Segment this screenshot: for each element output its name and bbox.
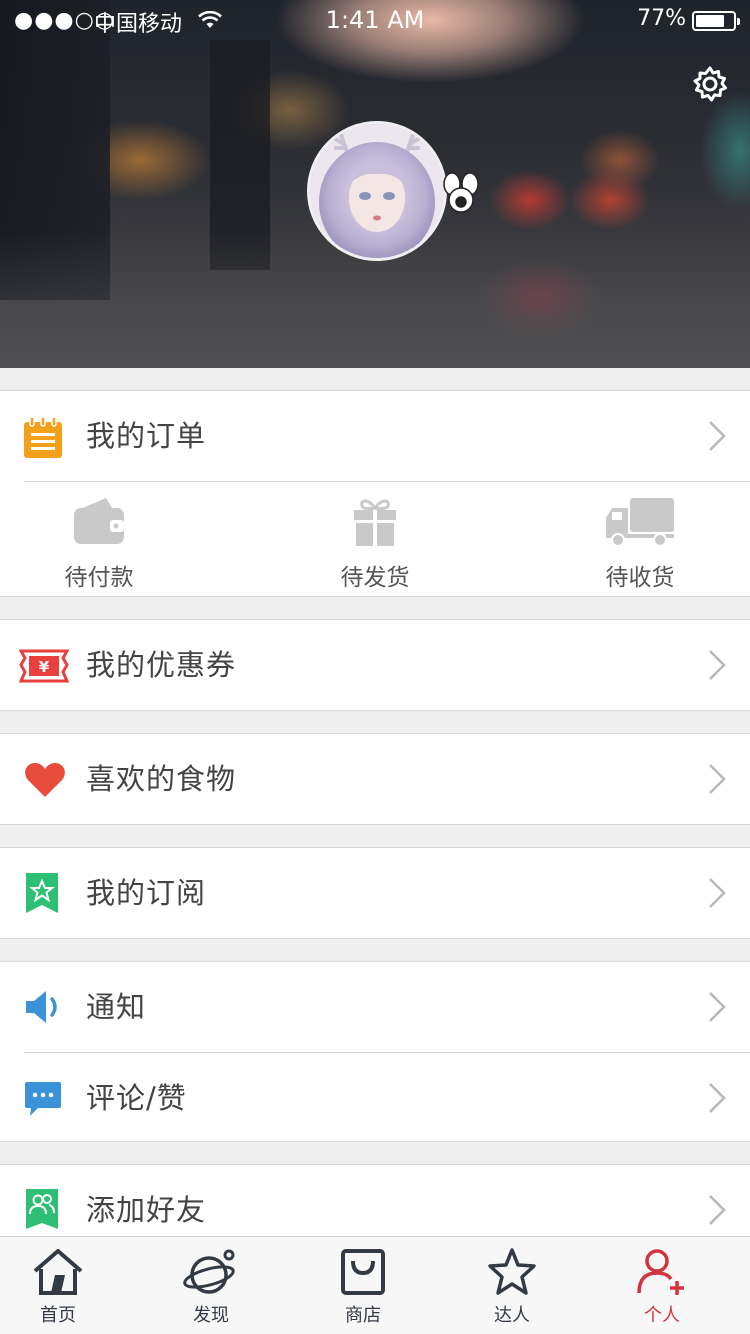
star-icon bbox=[488, 1248, 536, 1295]
chevron-right-icon bbox=[706, 419, 728, 453]
notifications-row[interactable]: 通知 bbox=[0, 962, 750, 1052]
my-coupons-label: 我的优惠券 bbox=[86, 648, 237, 682]
friends-card: 添加好友 bbox=[0, 1164, 750, 1244]
order-pending-shipment[interactable]: 待发货 bbox=[315, 482, 435, 596]
tab-discover[interactable]: 发现 bbox=[136, 1237, 286, 1334]
comments-likes-row[interactable]: 评论/赞 bbox=[0, 1053, 750, 1143]
wallet-icon bbox=[74, 498, 124, 544]
chevron-right-icon bbox=[706, 1081, 728, 1115]
tab-home[interactable]: 首页 bbox=[0, 1237, 133, 1334]
chevron-right-icon bbox=[706, 762, 728, 796]
status-bar: ●●●○○ 中国移动 1:41 AM 77% bbox=[0, 0, 750, 40]
settings-button[interactable] bbox=[690, 64, 730, 104]
chat-bubble-icon bbox=[24, 1080, 66, 1122]
messages-card: 通知 评论/赞 bbox=[0, 961, 750, 1142]
order-pending-payment[interactable]: 待付款 bbox=[39, 482, 159, 596]
battery-icon bbox=[692, 11, 740, 31]
battery-percent: 77% bbox=[637, 6, 686, 31]
favorite-foods-row[interactable]: 喜欢的食物 bbox=[0, 734, 750, 824]
coupon-icon: ¥ bbox=[18, 649, 70, 691]
chevron-right-icon bbox=[706, 648, 728, 682]
comments-likes-label: 评论/赞 bbox=[86, 1081, 187, 1115]
user-avatar[interactable] bbox=[307, 121, 447, 261]
favorite-foods-label: 喜欢的食物 bbox=[86, 762, 237, 796]
order-status-bar: 待付款 待发货 待收货 bbox=[0, 482, 750, 596]
order-pending-receipt[interactable]: 待收货 bbox=[580, 482, 700, 596]
my-subscriptions-row[interactable]: 我的订阅 bbox=[0, 848, 750, 938]
tab-experts[interactable]: 达人 bbox=[437, 1237, 587, 1334]
tab-profile[interactable]: 个人 bbox=[587, 1237, 737, 1334]
planet-icon bbox=[183, 1249, 235, 1294]
my-orders-row[interactable]: 我的订单 bbox=[0, 391, 750, 481]
coupons-card: ¥ 我的优惠券 bbox=[0, 619, 750, 711]
my-subscriptions-label: 我的订阅 bbox=[86, 876, 207, 910]
gift-icon bbox=[354, 499, 396, 546]
friends-icon bbox=[24, 1187, 66, 1229]
chevron-right-icon bbox=[706, 1193, 728, 1227]
chevron-right-icon bbox=[706, 876, 728, 910]
my-orders-label: 我的订单 bbox=[86, 419, 207, 453]
order-pending-receipt-label: 待收货 bbox=[605, 565, 675, 591]
tab-experts-label: 达人 bbox=[494, 1305, 530, 1326]
tab-bar: 首页 发现 商店 达人 个人 bbox=[0, 1236, 750, 1334]
chevron-right-icon bbox=[706, 990, 728, 1024]
order-pending-shipment-label: 待发货 bbox=[340, 565, 410, 591]
truck-icon bbox=[606, 498, 674, 547]
home-icon bbox=[33, 1249, 83, 1295]
female-symbol-icon bbox=[440, 170, 486, 216]
shopping-bag-icon bbox=[341, 1249, 385, 1295]
tab-discover-label: 发现 bbox=[193, 1305, 229, 1326]
order-list-icon bbox=[22, 416, 64, 458]
tab-shop[interactable]: 商店 bbox=[288, 1237, 438, 1334]
tab-shop-label: 商店 bbox=[345, 1305, 381, 1326]
tab-home-label: 首页 bbox=[40, 1305, 76, 1326]
my-coupons-row[interactable]: ¥ 我的优惠券 bbox=[0, 620, 750, 710]
subscriptions-card: 我的订阅 bbox=[0, 847, 750, 939]
svg-text:¥: ¥ bbox=[39, 658, 50, 676]
order-pending-payment-label: 待付款 bbox=[64, 565, 134, 591]
tab-profile-label: 个人 bbox=[644, 1305, 680, 1326]
favorites-card: 喜欢的食物 bbox=[0, 733, 750, 825]
heart-icon bbox=[24, 761, 66, 803]
notifications-label: 通知 bbox=[86, 990, 147, 1024]
orders-card: 我的订单 待付款 待发货 待收货 bbox=[0, 390, 750, 597]
bookmark-star-icon bbox=[24, 871, 66, 913]
speaker-icon bbox=[24, 989, 66, 1031]
profile-header: ●●●○○ 中国移动 1:41 AM 77% bbox=[0, 0, 750, 368]
gear-icon bbox=[693, 66, 727, 102]
add-user-icon bbox=[637, 1249, 684, 1295]
